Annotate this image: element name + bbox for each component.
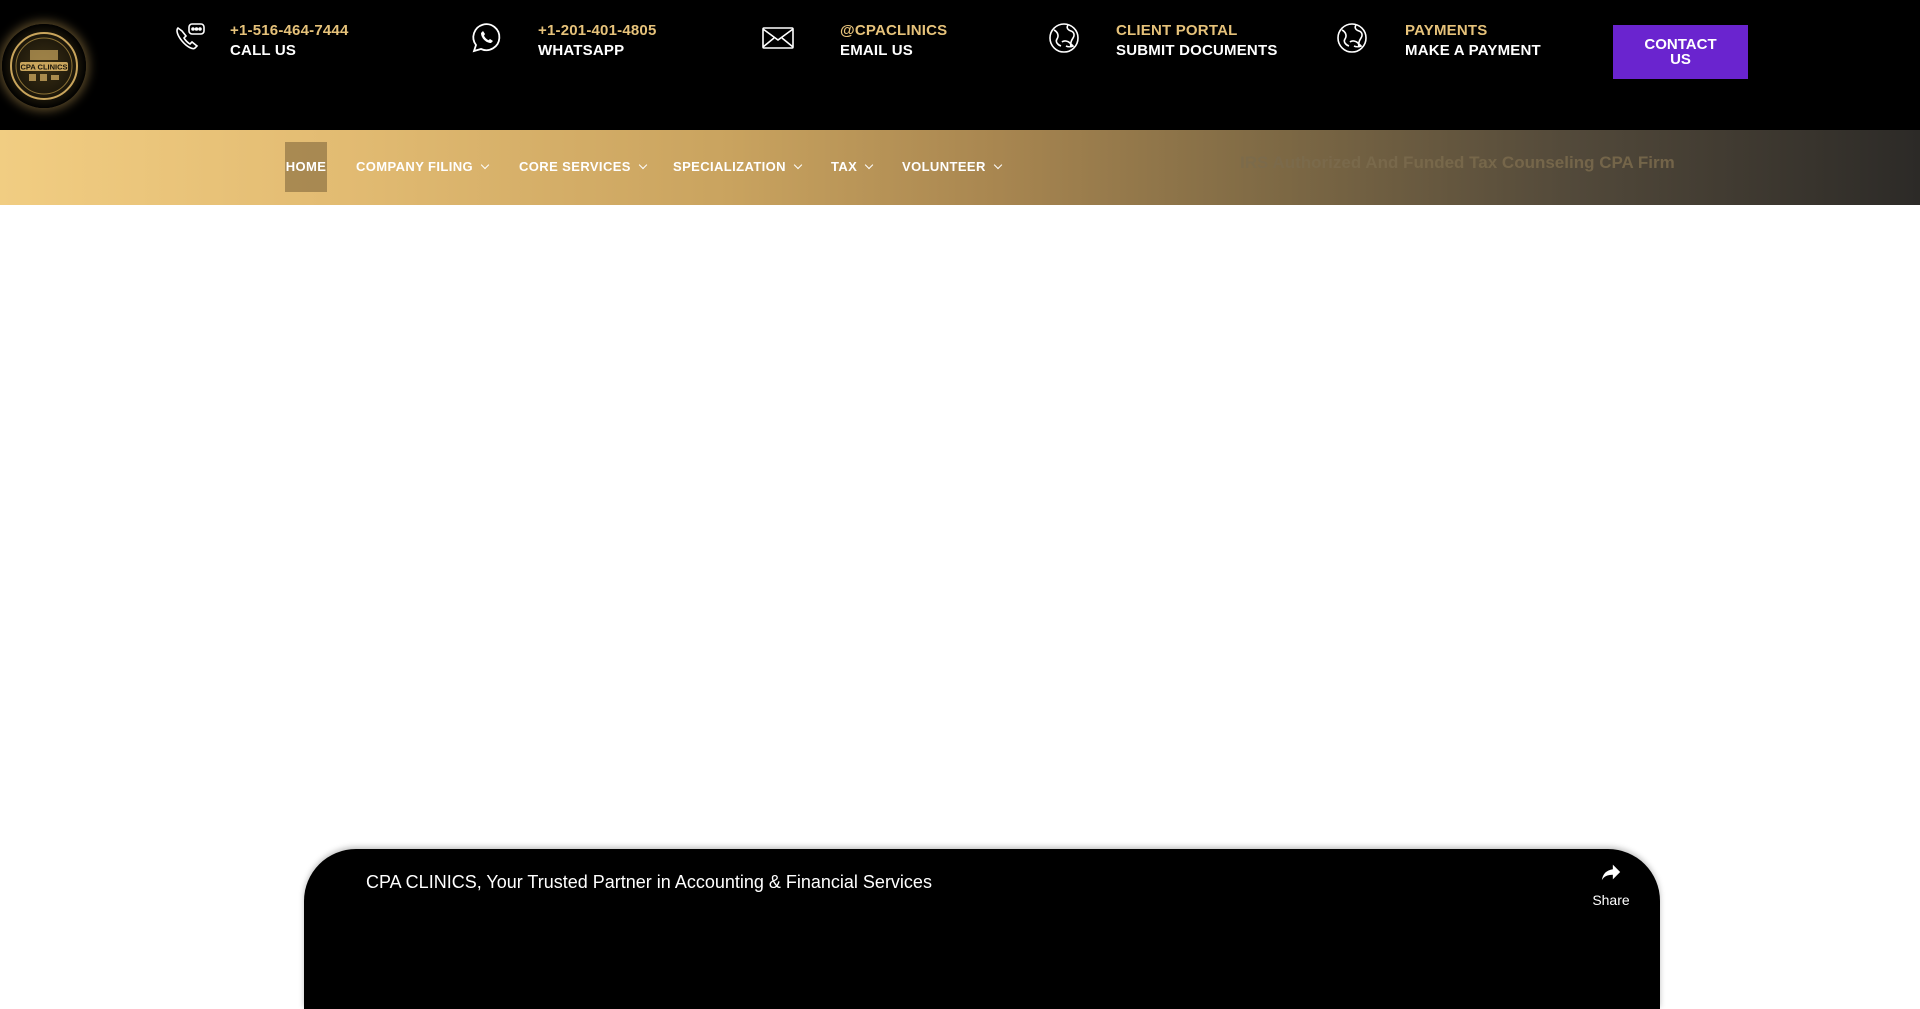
nav-item-tax[interactable]: TAX xyxy=(831,142,874,192)
email-us-contact[interactable]: @CPACLINICS EMAIL US xyxy=(760,20,960,64)
envelope-icon xyxy=(760,20,796,56)
chevron-down-icon xyxy=(993,160,1003,170)
whatsapp-phone[interactable]: +1-201-401-4805 xyxy=(538,22,657,39)
nav-item-label: SPECIALIZATION xyxy=(673,159,786,174)
payments-contact[interactable]: PAYMENTS MAKE A PAYMENT xyxy=(1334,20,1574,64)
chevron-down-icon xyxy=(793,160,803,170)
chevron-down-icon xyxy=(865,160,874,170)
nav-item-core-services[interactable]: CORE SERVICES xyxy=(519,142,648,192)
share-label: Share xyxy=(1592,892,1630,908)
call-us-contact[interactable]: +1-516-464-7444 CALL US xyxy=(172,20,372,64)
tagline: IRS Authorized And Funded Tax Counseling… xyxy=(1240,153,1675,172)
nav-item-home[interactable]: HOME xyxy=(285,142,327,192)
contact-us-button[interactable]: CONTACT US xyxy=(1613,25,1748,79)
nav-item-company-filing[interactable]: COMPANY FILING xyxy=(356,142,490,192)
submit-documents-label: SUBMIT DOCUMENTS xyxy=(1116,42,1278,59)
svg-text:CPA CLINICS: CPA CLINICS xyxy=(20,63,67,72)
whatsapp-icon xyxy=(468,20,504,56)
client-portal-contact[interactable]: CLIENT PORTAL SUBMIT DOCUMENTS xyxy=(1046,20,1286,64)
share-arrow-icon xyxy=(1601,864,1621,881)
nav-item-label: HOME xyxy=(285,159,327,174)
nav-item-label: VOLUNTEER xyxy=(902,159,986,174)
nav-item-specialization[interactable]: SPECIALIZATION xyxy=(673,142,803,192)
video-player[interactable]: CPA CLINICS, Your Trusted Partner in Acc… xyxy=(304,849,1660,1009)
chevron-down-icon xyxy=(638,160,648,170)
share-button[interactable]: Share xyxy=(1581,861,1641,911)
client-portal-title[interactable]: CLIENT PORTAL xyxy=(1116,22,1237,39)
nav-item-label: TAX xyxy=(831,159,858,174)
payments-title[interactable]: PAYMENTS xyxy=(1405,22,1487,39)
call-us-phone[interactable]: +1-516-464-7444 xyxy=(230,22,349,39)
video-title[interactable]: CPA CLINICS, Your Trusted Partner in Acc… xyxy=(366,872,932,893)
nav-item-volunteer[interactable]: VOLUNTEER xyxy=(902,142,1003,192)
nav-item-label: COMPANY FILING xyxy=(356,159,474,174)
call-us-label: CALL US xyxy=(230,42,297,59)
chevron-down-icon xyxy=(480,160,490,170)
cpa-clinics-logo-icon[interactable]: CPA CLINICS xyxy=(2,24,86,108)
whatsapp-label: WHATSAPP xyxy=(538,42,625,59)
globe-hand-icon xyxy=(1046,20,1082,56)
email-us-label: EMAIL US xyxy=(840,42,913,59)
email-handle[interactable]: @CPACLINICS xyxy=(840,22,947,39)
top-bar: CPA CLINICS +1-516-464-7444 CALL US +1-2… xyxy=(0,0,1920,130)
phone-chat-icon xyxy=(172,20,208,56)
globe-hand-icon xyxy=(1334,20,1370,56)
whatsapp-contact[interactable]: +1-201-401-4805 WHATSAPP xyxy=(468,20,688,64)
nav-item-label: CORE SERVICES xyxy=(519,159,631,174)
make-a-payment-label: MAKE A PAYMENT xyxy=(1405,42,1541,59)
